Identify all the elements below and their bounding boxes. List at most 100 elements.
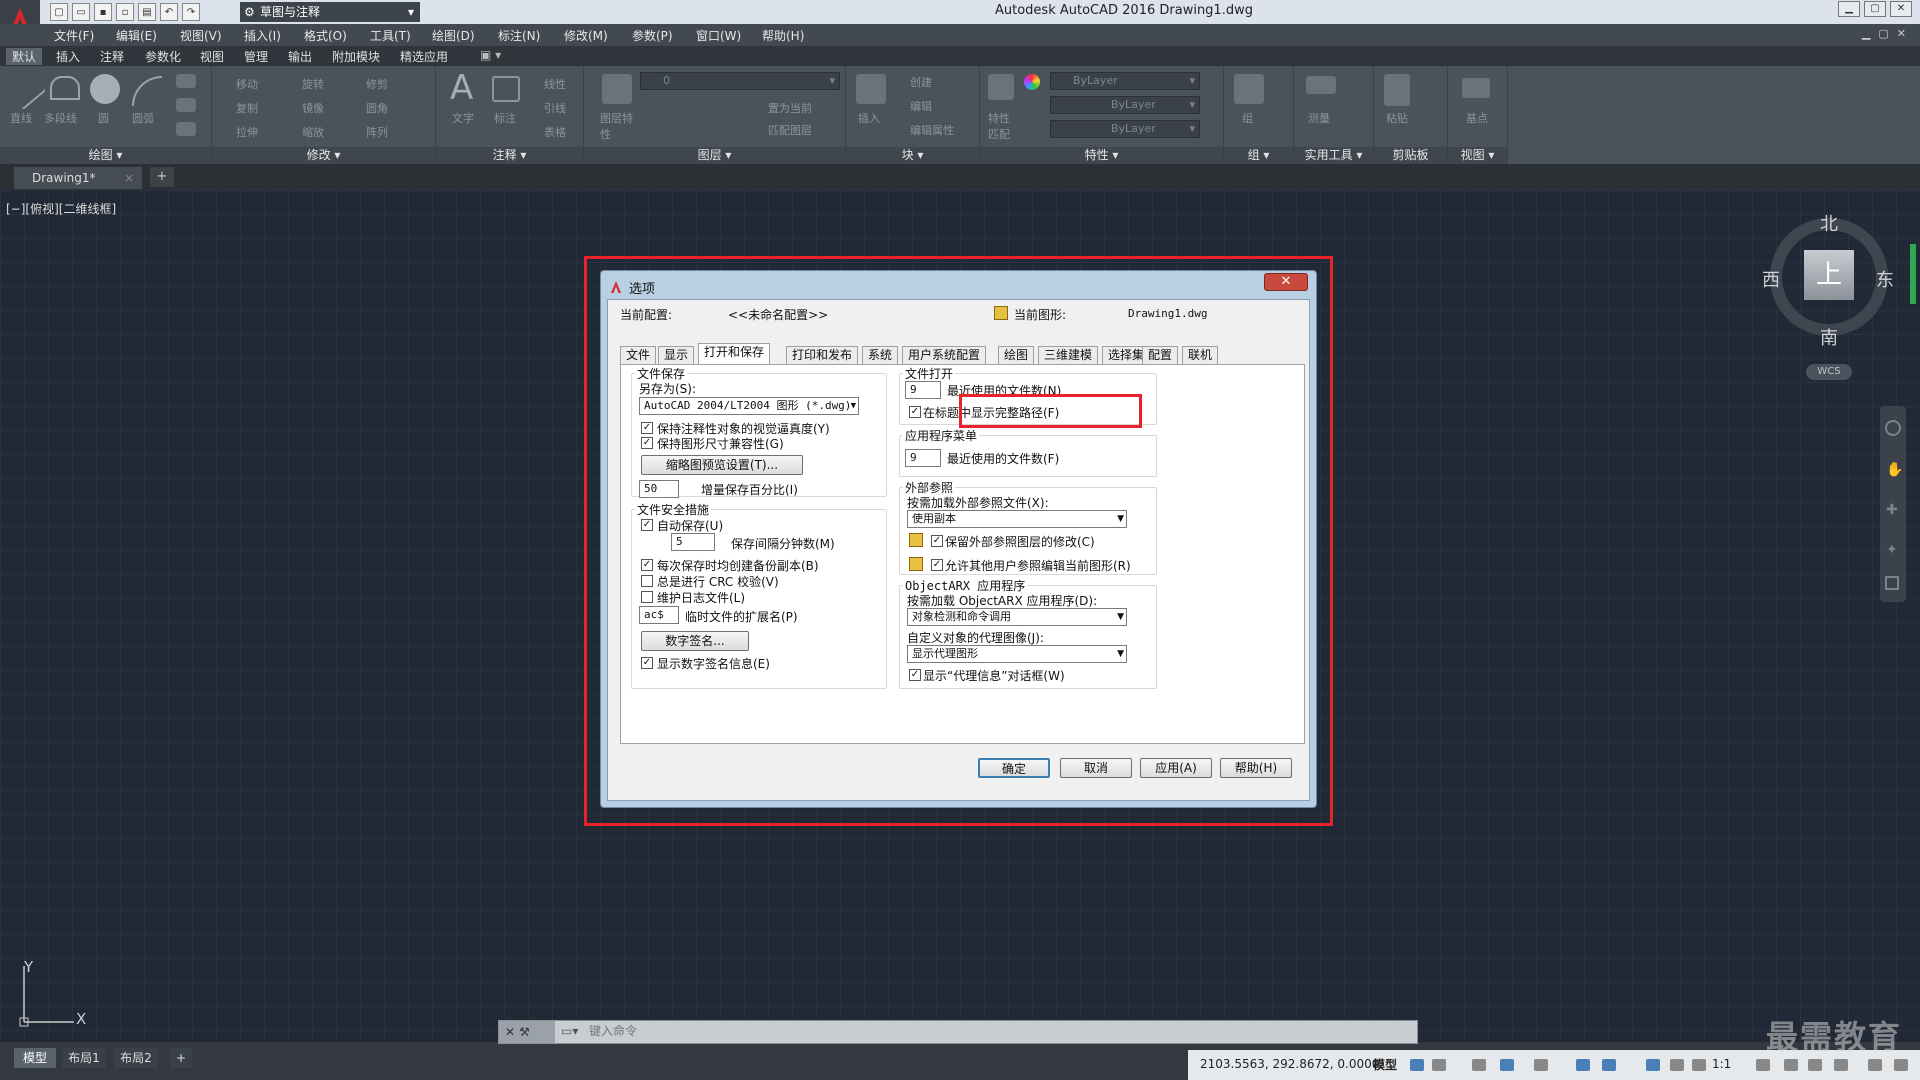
linetype-dropdown[interactable]: ByLayer ▾	[1050, 96, 1200, 114]
isodraft-icon[interactable]	[1534, 1059, 1548, 1071]
recent-files-input[interactable]: 9	[905, 381, 941, 399]
ok-button[interactable]: 确定	[978, 758, 1050, 778]
panel-groups-title[interactable]: 组 ▾	[1224, 147, 1293, 164]
tool-trim[interactable]: 修剪	[366, 76, 388, 92]
color-dropdown[interactable]: ByLayer ▾	[1050, 72, 1200, 90]
tool-line[interactable]: 直线	[10, 110, 32, 126]
grid-icon[interactable]	[1410, 1059, 1424, 1071]
isolate-objects-icon[interactable]	[1808, 1059, 1822, 1071]
annotation-scale-value[interactable]: 1:1	[1712, 1057, 1731, 1071]
ribbon-tab-featured[interactable]: 精选应用	[400, 48, 448, 65]
wrench-icon[interactable]: ⚒	[519, 1025, 534, 1039]
tool-array[interactable]: 阵列	[366, 124, 388, 140]
tool-edit-attributes[interactable]: 编辑属性	[910, 122, 954, 138]
menu-insert[interactable]: 插入(I)	[244, 27, 281, 44]
tool-match-properties[interactable]: 特性匹配	[988, 110, 1018, 142]
viewport-controls[interactable]: [−][俯视][二维线框]	[6, 200, 116, 217]
redo-icon[interactable]: ↷	[182, 3, 200, 21]
object-snap-tracking-icon[interactable]	[1576, 1059, 1590, 1071]
add-layout-button[interactable]: +	[170, 1048, 192, 1068]
workspace-select[interactable]: ⚙ 草图与注释 ▾	[240, 2, 420, 22]
tool-move[interactable]: 移动	[236, 76, 258, 92]
rect-icon[interactable]	[176, 74, 196, 88]
measure-icon[interactable]	[1306, 76, 1336, 94]
paste-icon[interactable]	[1384, 74, 1410, 106]
tool-layer-properties[interactable]: 图层特性	[600, 110, 640, 142]
viewcube-east[interactable]: 东	[1876, 266, 1894, 292]
menu-edit[interactable]: 编辑(E)	[116, 27, 157, 44]
object-snap-icon[interactable]	[1602, 1059, 1616, 1071]
tool-edit[interactable]: 编辑	[910, 98, 932, 114]
undo-icon[interactable]: ↶	[160, 3, 178, 21]
polyline-icon[interactable]	[50, 76, 80, 100]
ribbon-tab-output[interactable]: 输出	[288, 48, 312, 65]
hardware-acceleration-icon[interactable]	[1834, 1059, 1848, 1071]
layout-tab-layout1[interactable]: 布局1	[62, 1048, 106, 1068]
coordinates-readout[interactable]: 2103.5563, 292.8672, 0.0000	[1200, 1057, 1379, 1071]
new-icon[interactable]: ▢	[50, 3, 68, 21]
checkbox-log-file[interactable]	[641, 591, 653, 603]
cancel-button[interactable]: 取消	[1060, 758, 1132, 778]
menu-file[interactable]: 文件(F)	[54, 27, 94, 44]
close-icon[interactable]: ✕	[505, 1025, 519, 1039]
ribbon-tab-annotate[interactable]: 注释	[100, 48, 124, 65]
annotation-scale-icon[interactable]	[1692, 1059, 1706, 1071]
wcs-menu[interactable]: WCS	[1806, 364, 1852, 380]
thumbnail-settings-button[interactable]: 缩略图预览设置(T)...	[641, 455, 803, 475]
ortho-icon[interactable]	[1472, 1059, 1486, 1071]
dimension-icon[interactable]	[492, 76, 520, 102]
ribbon-tab-addins[interactable]: 附加模块	[332, 48, 380, 65]
polar-icon[interactable]	[1500, 1059, 1514, 1071]
ribbon-tab-insert[interactable]: 插入	[56, 48, 80, 65]
tool-circle[interactable]: 圆	[98, 110, 109, 126]
tool-copy[interactable]: 复制	[236, 100, 258, 116]
panel-annotation-title[interactable]: 注释 ▾	[436, 147, 583, 164]
steering-wheel-icon[interactable]	[1885, 420, 1901, 436]
incremental-save-input[interactable]: 50	[639, 480, 679, 498]
dialog-close-button[interactable]: ✕	[1264, 273, 1308, 291]
tool-mirror[interactable]: 镜像	[302, 100, 324, 116]
clean-screen-icon[interactable]	[1868, 1059, 1882, 1071]
checkbox-retain-xref-layers[interactable]: ✓	[931, 535, 943, 547]
save-icon[interactable]: ▪	[94, 3, 112, 21]
tool-measure[interactable]: 测量	[1308, 110, 1330, 126]
tab-plot-publish[interactable]: 打印和发布	[786, 346, 859, 364]
match-properties-icon[interactable]	[988, 74, 1014, 100]
model-space-button[interactable]: 模型	[1373, 1056, 1397, 1073]
tab-online[interactable]: 联机	[1182, 346, 1219, 364]
layout-tab-model[interactable]: 模型	[14, 1048, 56, 1068]
checkbox-dimension-compat[interactable]: ✓	[641, 437, 653, 449]
proxy-image-select[interactable]: 显示代理图形 ▼	[907, 645, 1127, 663]
customize-menu-icon[interactable]	[1894, 1059, 1908, 1071]
navigation-bar[interactable]: ✋ ✚ ✦	[1880, 406, 1906, 602]
temp-ext-input[interactable]: ac$	[639, 606, 679, 624]
tab-profiles[interactable]: 配置	[1142, 346, 1179, 364]
apply-button[interactable]: 应用(A)	[1140, 758, 1212, 778]
open-icon[interactable]: ▭	[72, 3, 90, 21]
tool-match-layer[interactable]: 匹配图层	[768, 122, 812, 138]
tool-text[interactable]: 文字	[452, 110, 474, 126]
tool-scale[interactable]: 缩放	[302, 124, 324, 140]
circle-icon[interactable]	[90, 74, 120, 104]
panel-layers-title[interactable]: 图层 ▾	[584, 147, 845, 164]
menu-view[interactable]: 视图(V)	[180, 27, 222, 44]
tool-polyline[interactable]: 多段线	[44, 110, 77, 126]
tool-group[interactable]: 组	[1242, 110, 1253, 126]
panel-clipboard-title[interactable]: 剪贴板	[1374, 147, 1447, 164]
hatch-icon[interactable]	[176, 98, 196, 112]
tool-fillet[interactable]: 圆角	[366, 100, 388, 116]
tool-paste[interactable]: 粘贴	[1386, 110, 1408, 126]
panel-view-title[interactable]: 视图 ▾	[1448, 147, 1507, 164]
workspace-gear-icon[interactable]	[1756, 1059, 1770, 1071]
panel-block-title[interactable]: 块 ▾	[846, 147, 979, 164]
auto-scale-icon[interactable]	[1670, 1059, 1684, 1071]
viewcube-west[interactable]: 西	[1762, 266, 1780, 292]
viewcube-top-face[interactable]: 上	[1804, 250, 1854, 300]
doc-tab-drawing1[interactable]: Drawing1* ×	[14, 167, 142, 189]
xref-demand-select[interactable]: 使用副本 ▼	[907, 510, 1127, 528]
arx-demand-select[interactable]: 对象检测和命令调用 ▼	[907, 608, 1127, 626]
ribbon-tab-parametric[interactable]: 参数化	[145, 48, 181, 65]
ribbon-tab-view[interactable]: 视图	[200, 48, 224, 65]
menu-modify[interactable]: 修改(M)	[564, 27, 608, 44]
command-line-controls[interactable]: ✕⚒	[499, 1021, 555, 1043]
